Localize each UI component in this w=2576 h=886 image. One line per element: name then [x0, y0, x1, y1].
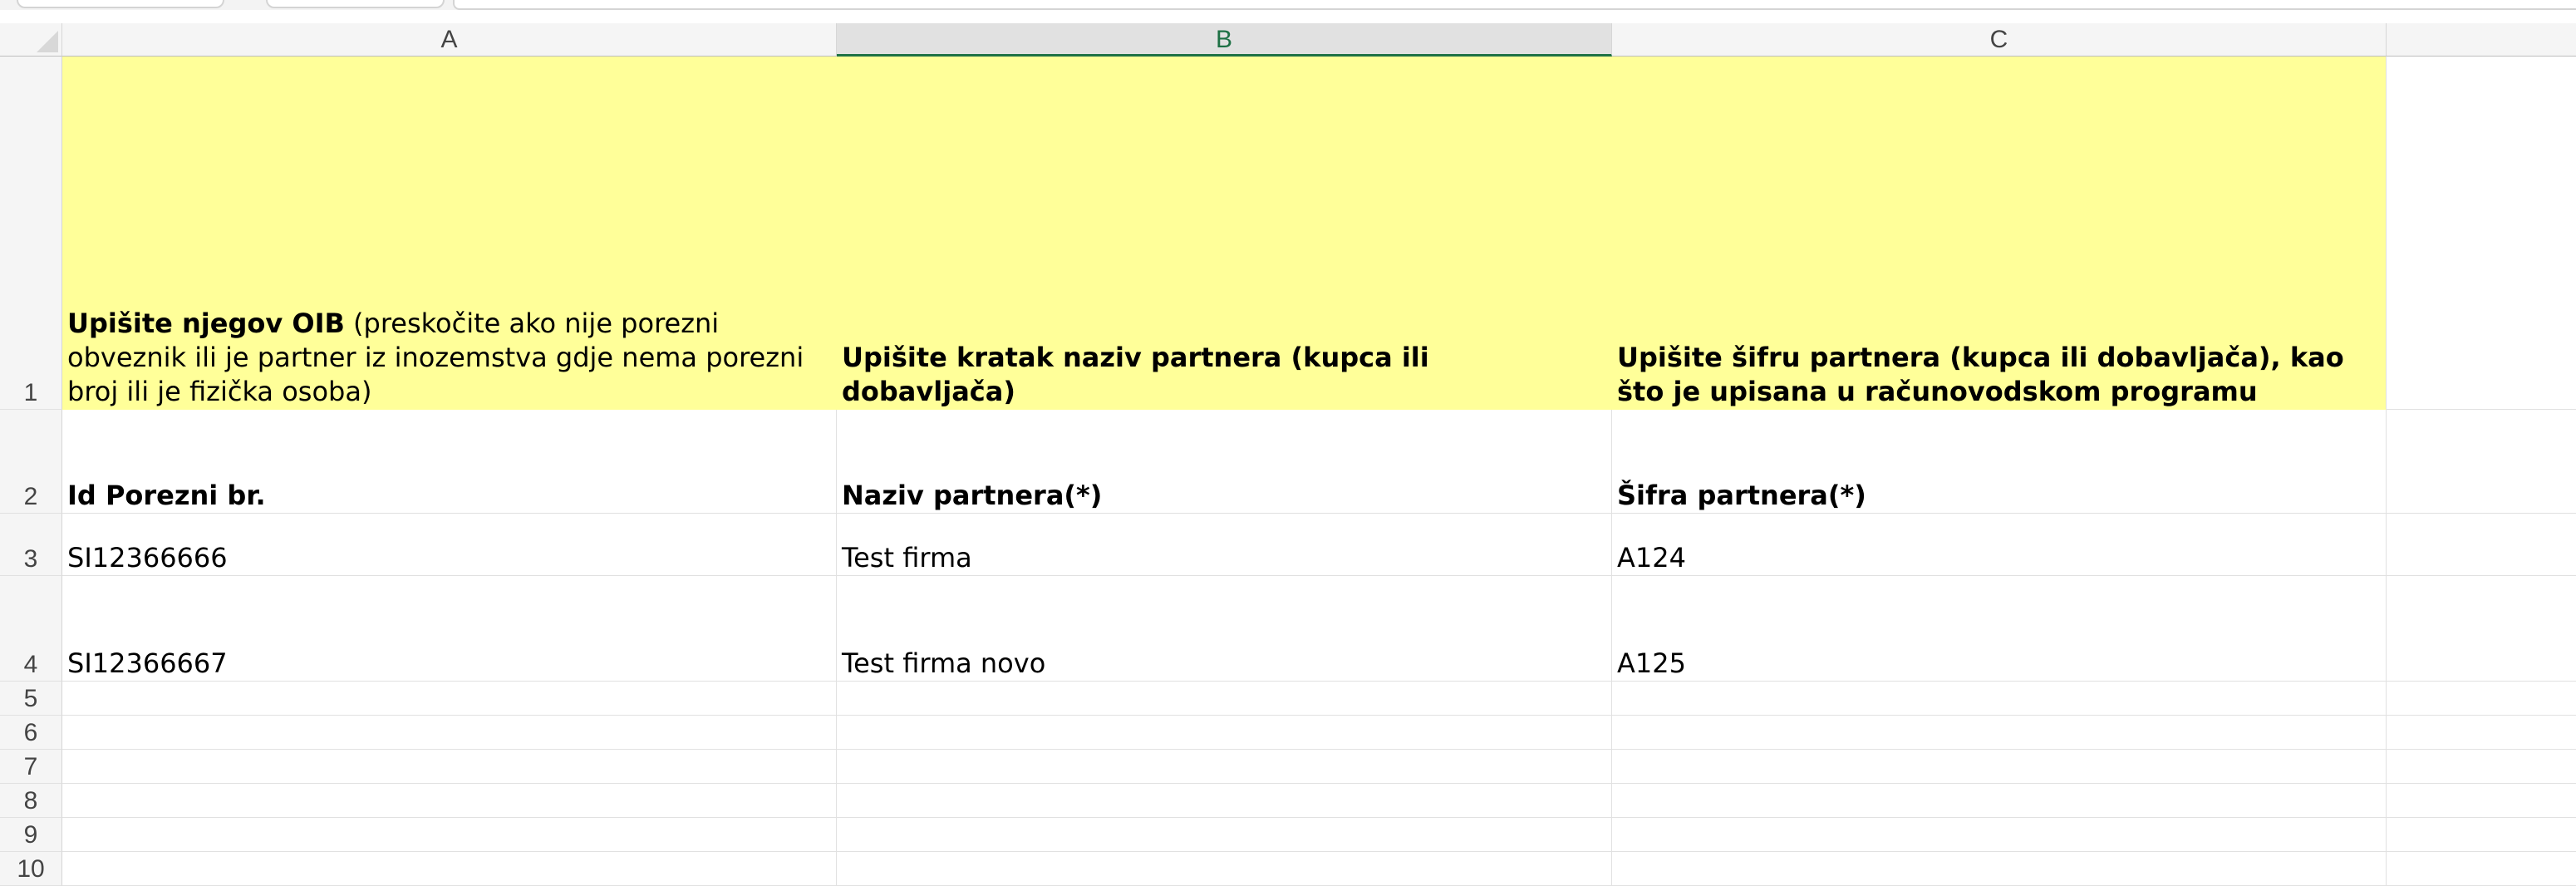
cell-c8[interactable]: [1612, 784, 2387, 818]
cell-c5[interactable]: [1612, 682, 2387, 716]
row-header-4[interactable]: 4: [0, 576, 62, 682]
instruction-a-bold: Upišite njegov OIB: [67, 308, 345, 339]
row-header-7[interactable]: 7: [0, 750, 62, 784]
cell-c4[interactable]: A125: [1612, 576, 2387, 682]
column-header-empty[interactable]: [2387, 23, 2576, 57]
formula-bar-edge: [453, 0, 2576, 10]
header-id-porezni: Id Porezni br.: [67, 480, 266, 511]
row-header-1[interactable]: 1: [0, 57, 62, 410]
cell-b5[interactable]: [837, 682, 1612, 716]
cell-c6[interactable]: [1612, 716, 2387, 750]
cell-d9[interactable]: [2387, 818, 2576, 852]
cell-b8[interactable]: [837, 784, 1612, 818]
cell-a9[interactable]: [62, 818, 837, 852]
table-cell: SI12366667: [67, 647, 228, 679]
row-header-5[interactable]: 5: [0, 682, 62, 716]
cell-a7[interactable]: [62, 750, 837, 784]
cell-a2[interactable]: Id Porezni br.: [62, 410, 837, 514]
cell-b7[interactable]: [837, 750, 1612, 784]
table-cell: Test firma: [842, 542, 972, 573]
top-toolbar-strip: [0, 0, 2576, 10]
toolbar-tab[interactable]: [17, 0, 224, 8]
cell-a6[interactable]: [62, 716, 837, 750]
cell-b2[interactable]: Naziv partnera(*): [837, 410, 1612, 514]
row-header-6[interactable]: 6: [0, 716, 62, 750]
table-cell: A125: [1617, 647, 1686, 679]
cell-b4[interactable]: Test firma novo: [837, 576, 1612, 682]
cell-d3[interactable]: [2387, 514, 2576, 576]
select-all-corner[interactable]: [0, 23, 62, 57]
cell-a8[interactable]: [62, 784, 837, 818]
cell-c3[interactable]: A124: [1612, 514, 2387, 576]
table-cell: A124: [1617, 542, 1686, 573]
cell-d8[interactable]: [2387, 784, 2576, 818]
table-cell: Test firma novo: [842, 647, 1046, 679]
header-naziv-partnera: Naziv partnera(*): [842, 480, 1103, 511]
header-sifra-partnera: Šifra partnera(*): [1617, 480, 1866, 511]
cell-c1[interactable]: Upišite šifru partnera (kupca ili dobavl…: [1612, 57, 2387, 410]
cell-d5[interactable]: [2387, 682, 2576, 716]
cell-a3[interactable]: SI12366666: [62, 514, 837, 576]
row-header-3[interactable]: 3: [0, 514, 62, 576]
cell-d2[interactable]: [2387, 410, 2576, 514]
column-header-b[interactable]: B: [837, 23, 1612, 57]
toolbar-tab[interactable]: [266, 0, 445, 8]
cell-d6[interactable]: [2387, 716, 2576, 750]
spreadsheet-grid: A B C 1 2 3 4 5 6 7 8 9 10 Upišite njego…: [0, 23, 2576, 886]
cell-c9[interactable]: [1612, 818, 2387, 852]
cell-c2[interactable]: Šifra partnera(*): [1612, 410, 2387, 514]
cell-b3[interactable]: Test firma: [837, 514, 1612, 576]
row-header-8[interactable]: 8: [0, 784, 62, 818]
cell-a1[interactable]: Upišite njegov OIB (preskočite ako nije …: [62, 57, 837, 410]
cell-d7[interactable]: [2387, 750, 2576, 784]
column-header-a[interactable]: A: [62, 23, 837, 57]
instruction-b: Upišite kratak naziv partnera (kupca ili…: [842, 342, 1429, 407]
select-all-triangle-icon: [37, 31, 58, 52]
cell-d1[interactable]: [2387, 57, 2576, 410]
column-header-c[interactable]: C: [1612, 23, 2387, 57]
cell-a5[interactable]: [62, 682, 837, 716]
row-header-2[interactable]: 2: [0, 410, 62, 514]
cell-b9[interactable]: [837, 818, 1612, 852]
instruction-c: Upišite šifru partnera (kupca ili dobavl…: [1617, 342, 2344, 407]
cell-b1[interactable]: Upišite kratak naziv partnera (kupca ili…: [837, 57, 1612, 410]
row-header-9[interactable]: 9: [0, 818, 62, 852]
table-cell: SI12366666: [67, 542, 228, 573]
cell-d4[interactable]: [2387, 576, 2576, 682]
cell-c7[interactable]: [1612, 750, 2387, 784]
cell-b6[interactable]: [837, 716, 1612, 750]
cell-a4[interactable]: SI12366667: [62, 576, 837, 682]
